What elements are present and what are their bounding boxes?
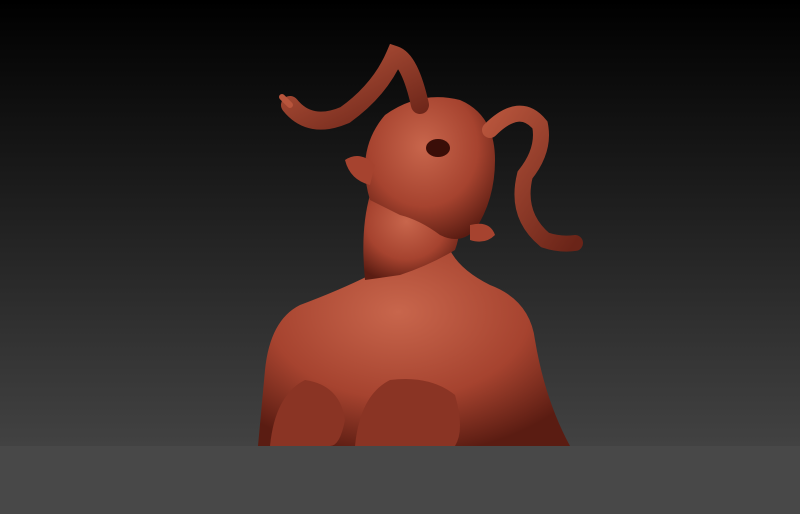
floor-plane [0,446,800,514]
render-canvas [0,0,800,514]
3d-viewport[interactable] [0,0,800,514]
mouth [426,139,450,157]
